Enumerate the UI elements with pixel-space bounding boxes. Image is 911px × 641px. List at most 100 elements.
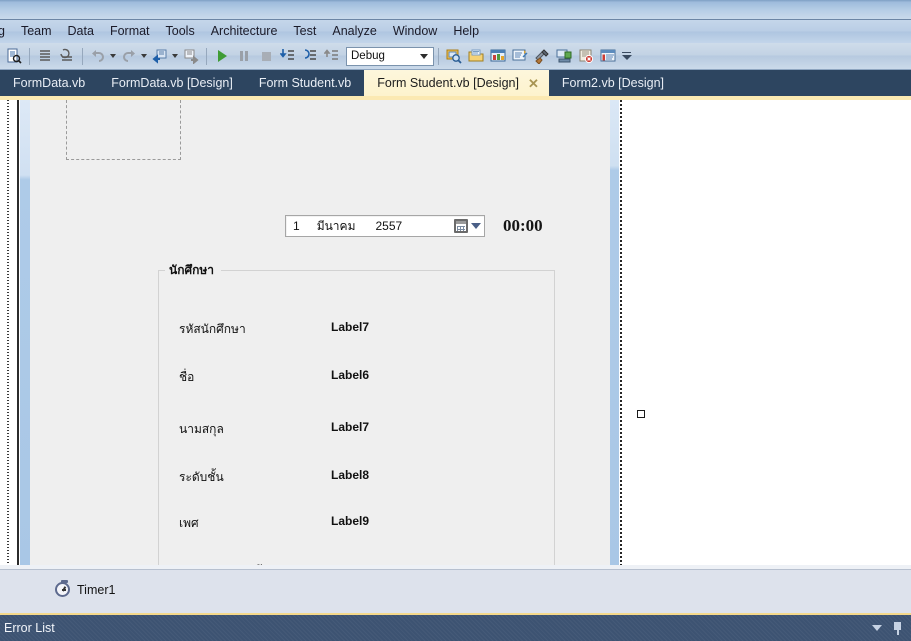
toolbar-separator: [438, 47, 439, 65]
object-browser-icon: [512, 49, 527, 61]
value-gender[interactable]: Label9: [331, 514, 369, 528]
label-grade-level[interactable]: ระดับชั้น: [179, 468, 224, 487]
menu-item-window[interactable]: Window: [385, 21, 445, 42]
menu-item-debug[interactable]: g: [0, 21, 13, 42]
window-title-bar: [0, 0, 911, 20]
properties-window-icon: [490, 49, 505, 62]
menu-item-test[interactable]: Test: [285, 21, 324, 42]
overflow-bar: [622, 52, 631, 53]
tab-form-student-vb[interactable]: Form Student.vb: [246, 70, 364, 96]
chevron-down-icon[interactable]: [872, 625, 882, 631]
component-tray[interactable]: Timer1: [0, 569, 911, 615]
menu-item-help[interactable]: Help: [445, 21, 487, 42]
menu-item-analyze[interactable]: Analyze: [324, 21, 384, 42]
tab-formdata-vb[interactable]: FormData.vb: [0, 70, 98, 96]
tray-item-label: Timer1: [77, 582, 116, 597]
close-icon[interactable]: ✕: [526, 77, 541, 90]
uncomment-selection-button[interactable]: [56, 45, 78, 67]
groupbox-title: นักศึกษา: [166, 261, 217, 280]
chevron-down-icon: [621, 55, 632, 60]
find-symbol-icon: [446, 49, 462, 64]
toolbox-button[interactable]: [531, 45, 553, 67]
label-gender[interactable]: เพศ: [179, 514, 199, 533]
timer-crown: [61, 580, 68, 583]
form-design-canvas[interactable]: 1 มีนาคม 2557 00:00 นักศึกษา รหัสนักศึกษ…: [30, 100, 610, 569]
error-list-button[interactable]: [575, 45, 597, 67]
tray-item-timer1[interactable]: Timer1: [55, 580, 116, 597]
step-into-icon: [280, 49, 294, 60]
tab-form2-vb-design[interactable]: Form2.vb [Design]: [549, 70, 677, 96]
find-symbol-button[interactable]: [443, 45, 465, 67]
standard-toolbar: Debug: [0, 43, 911, 70]
tab-label: Form Student.vb: [258, 76, 352, 90]
label-first-name[interactable]: ชื่อ: [179, 368, 194, 387]
object-browser-button[interactable]: [509, 45, 531, 67]
groupbox-border-left: [159, 270, 165, 271]
menu-item-format[interactable]: Format: [102, 21, 158, 42]
redo-dropdown-arrow[interactable]: [141, 54, 147, 58]
chevron-down-icon: [420, 53, 428, 59]
empty-container-control[interactable]: [66, 100, 181, 160]
value-first-name[interactable]: Label6: [331, 368, 369, 382]
step-into-button[interactable]: [277, 45, 299, 67]
visual-studio-window: g Team Data Format Tools Architecture Te…: [0, 0, 911, 641]
navigate-backward-button[interactable]: [149, 45, 171, 67]
redo-button[interactable]: [118, 45, 140, 67]
form-designer-host: 1 มีนาคม 2557 00:00 นักศึกษา รหัสนักศึกษ…: [0, 96, 911, 569]
class-view-button[interactable]: [553, 45, 575, 67]
toolbar-overflow-button[interactable]: [621, 45, 632, 67]
menu-item-team[interactable]: Team: [13, 21, 60, 42]
undo-button[interactable]: [87, 45, 109, 67]
designer-vertical-scrollbar-right[interactable]: [610, 100, 619, 569]
dtp-dropdown[interactable]: [454, 219, 481, 233]
step-out-button[interactable]: [321, 45, 343, 67]
dtp-year: 2557: [375, 219, 403, 233]
uncomment-lines-icon: [60, 48, 72, 61]
navigate-backward-dropdown-arrow[interactable]: [172, 54, 178, 58]
stop-debugging-button[interactable]: [255, 45, 277, 67]
pin-icon[interactable]: [892, 621, 903, 635]
value-student-id[interactable]: Label7: [331, 320, 369, 334]
menu-item-tools[interactable]: Tools: [158, 21, 203, 42]
find-in-files-icon: [7, 48, 22, 64]
value-grade-level[interactable]: Label8: [331, 468, 369, 482]
output-window-icon: [600, 49, 615, 62]
step-out-icon: [324, 49, 338, 60]
designer-vertical-scrollbar-left[interactable]: [20, 100, 30, 569]
toolbar-separator: [29, 47, 30, 65]
tab-formdata-vb-design[interactable]: FormData.vb [Design]: [98, 70, 246, 96]
stop-icon: [262, 52, 271, 61]
output-window-button[interactable]: [597, 45, 619, 67]
navigate-forward-button[interactable]: [180, 45, 202, 67]
error-list-actions: [872, 621, 903, 635]
comment-selection-button[interactable]: [34, 45, 56, 67]
pause-icon: [240, 51, 248, 61]
student-group-box[interactable]: นักศึกษา รหัสนักศึกษา Label7 ชื่อ Label6…: [158, 261, 555, 569]
label-student-id[interactable]: รหัสนักศึกษา: [179, 320, 246, 339]
designer-empty-pane: [645, 100, 911, 569]
pause-button[interactable]: [233, 45, 255, 67]
menu-item-data[interactable]: Data: [60, 21, 102, 42]
properties-window-button[interactable]: [487, 45, 509, 67]
toolbar-separator: [82, 47, 83, 65]
tab-form-student-vb-design[interactable]: Form Student.vb [Design] ✕: [364, 70, 549, 96]
form-resize-handle[interactable]: [637, 410, 645, 418]
menu-item-architecture[interactable]: Architecture: [203, 21, 286, 42]
find-in-files-button[interactable]: [3, 45, 25, 67]
solution-explorer-button[interactable]: [465, 45, 487, 67]
start-debugging-button[interactable]: [211, 45, 233, 67]
toolbar-separator: [206, 47, 207, 65]
tab-label: FormData.vb: [13, 76, 86, 90]
label-last-name[interactable]: นามสกุล: [179, 420, 224, 439]
solution-configuration-combo[interactable]: Debug: [346, 46, 434, 66]
tab-label: FormData.vb [Design]: [111, 76, 233, 90]
step-over-button[interactable]: [299, 45, 321, 67]
undo-dropdown-arrow[interactable]: [110, 54, 116, 58]
calendar-icon: [454, 219, 468, 233]
designer-left-splitter[interactable]: [7, 100, 9, 569]
redo-icon: [123, 50, 135, 62]
document-tab-strip: FormData.vb FormData.vb [Design] Form St…: [0, 70, 911, 96]
value-last-name[interactable]: Label7: [331, 420, 369, 434]
date-time-picker[interactable]: 1 มีนาคม 2557: [285, 215, 485, 237]
error-list-panel[interactable]: Error List: [0, 615, 911, 641]
